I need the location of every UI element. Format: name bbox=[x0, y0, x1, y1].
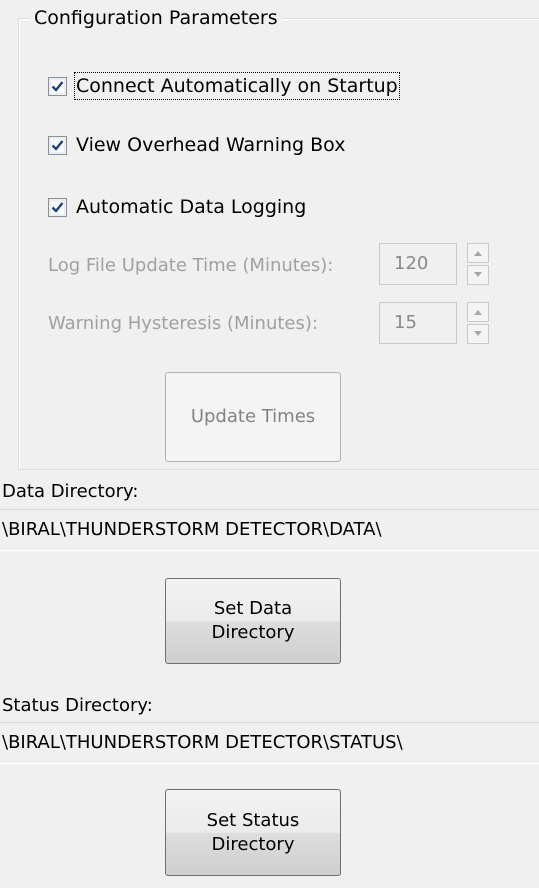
data-directory-label: Data Directory: bbox=[2, 481, 139, 502]
arrow-up-icon bbox=[474, 251, 482, 256]
hysteresis-spinner[interactable] bbox=[467, 302, 489, 344]
arrow-down-icon bbox=[474, 331, 482, 336]
log-file-update-time-label: Log File Update Time (Minutes): bbox=[48, 255, 334, 276]
data-directory-path: \BIRAL\THUNDERSTORM DETECTOR\DATA\ bbox=[0, 509, 539, 551]
button-label-line1: Set Status bbox=[206, 809, 300, 831]
checkbox-box[interactable] bbox=[48, 76, 67, 96]
configuration-panel: Configuration Parameters Connect Automat… bbox=[0, 0, 539, 888]
checkbox-box[interactable] bbox=[48, 135, 67, 155]
arrow-up-icon bbox=[474, 310, 482, 315]
checkbox-box[interactable] bbox=[48, 197, 67, 217]
log-file-update-time-input[interactable]: 120 bbox=[379, 243, 457, 285]
log-time-spinner[interactable] bbox=[467, 243, 489, 285]
groupbox-title: Configuration Parameters bbox=[30, 6, 282, 30]
update-times-label: Update Times bbox=[190, 406, 316, 427]
set-status-directory-button[interactable]: Set Status Directory bbox=[165, 789, 341, 876]
view-overhead-warning-checkbox[interactable]: View Overhead Warning Box bbox=[48, 132, 345, 158]
status-directory-label: Status Directory: bbox=[2, 695, 153, 716]
connect-automatically-checkbox[interactable]: Connect Automatically on Startup bbox=[48, 72, 400, 100]
checkbox-label[interactable]: Connect Automatically on Startup bbox=[74, 72, 400, 100]
set-data-directory-button[interactable]: Set Data Directory bbox=[165, 578, 341, 664]
update-times-button[interactable]: Update Times bbox=[165, 372, 341, 462]
button-label-line2: Directory bbox=[211, 622, 295, 643]
checkbox-label[interactable]: Automatic Data Logging bbox=[76, 195, 306, 219]
check-icon bbox=[51, 139, 64, 151]
spin-down-button[interactable] bbox=[467, 324, 489, 344]
spin-up-button[interactable] bbox=[467, 243, 489, 263]
spin-down-button[interactable] bbox=[467, 265, 489, 285]
arrow-down-icon bbox=[474, 272, 482, 277]
check-icon bbox=[51, 201, 64, 213]
spin-up-button[interactable] bbox=[467, 302, 489, 322]
warning-hysteresis-input[interactable]: 15 bbox=[379, 302, 457, 344]
automatic-data-logging-checkbox[interactable]: Automatic Data Logging bbox=[48, 194, 306, 220]
warning-hysteresis-label: Warning Hysteresis (Minutes): bbox=[48, 313, 318, 334]
status-directory-path: \BIRAL\THUNDERSTORM DETECTOR\STATUS\ bbox=[0, 722, 539, 764]
button-label-line1: Set Data bbox=[213, 598, 293, 619]
checkbox-label[interactable]: View Overhead Warning Box bbox=[76, 133, 345, 157]
button-label-line2: Directory bbox=[211, 833, 295, 855]
check-icon bbox=[51, 80, 64, 92]
